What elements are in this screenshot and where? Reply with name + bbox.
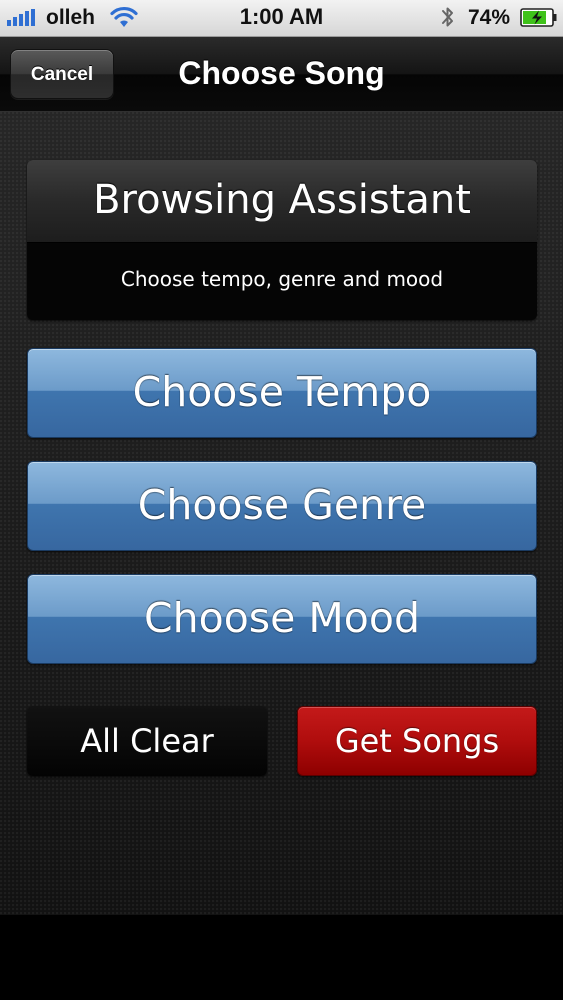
choose-mood-button[interactable]: Choose Mood: [27, 574, 537, 664]
bottom-area: [0, 915, 563, 1000]
browsing-assistant-subtitle: Choose tempo, genre and mood: [120, 267, 444, 291]
browsing-assistant-title: Browsing Assistant: [93, 177, 471, 223]
all-clear-button[interactable]: All Clear: [27, 706, 267, 776]
bluetooth-icon: [442, 7, 453, 27]
cancel-button[interactable]: Cancel: [10, 49, 114, 99]
choose-genre-button[interactable]: Choose Genre: [27, 461, 537, 551]
battery-charging-icon: [520, 8, 557, 27]
browsing-assistant-header: Browsing Assistant: [27, 160, 537, 243]
app-screen: olleh 1:00 AM 74% Choose Song Cancel Bro…: [0, 0, 563, 1000]
battery-percent: 74%: [468, 6, 511, 29]
browsing-assistant-card: Browsing Assistant Choose tempo, genre a…: [27, 160, 537, 320]
status-bar: olleh 1:00 AM 74%: [0, 0, 563, 37]
choose-tempo-button[interactable]: Choose Tempo: [27, 348, 537, 438]
navigation-bar: Choose Song Cancel: [0, 37, 563, 112]
main-content: Browsing Assistant Choose tempo, genre a…: [0, 112, 563, 915]
get-songs-button[interactable]: Get Songs: [297, 706, 537, 776]
